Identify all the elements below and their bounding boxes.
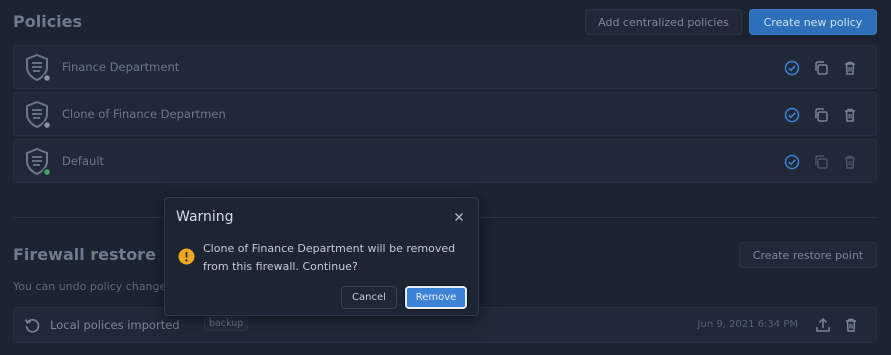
backup-badge: backup	[204, 317, 249, 331]
close-icon[interactable]	[452, 210, 466, 224]
upload-icon[interactable]	[814, 316, 832, 334]
restore-date: Jun 9, 2021 6:34 PM	[697, 319, 798, 330]
policy-shield-icon	[25, 53, 51, 83]
policies-title: Policies	[13, 12, 83, 31]
firewall-restore-title: Firewall restore	[13, 245, 156, 264]
restore-label: Local polices imported	[50, 318, 180, 332]
policy-row[interactable]: Clone of Finance Departmen	[13, 92, 877, 136]
add-centralized-policies-button[interactable]: Add centralized policies	[585, 9, 742, 35]
activate-check-icon[interactable]	[783, 153, 802, 171]
cancel-button[interactable]: Cancel	[341, 286, 397, 309]
policy-name: Finance Department	[62, 60, 180, 74]
restore-description: You can undo policy change	[13, 280, 167, 293]
duplicate-icon[interactable]	[812, 59, 831, 77]
duplicate-icon[interactable]	[812, 106, 831, 124]
policy-name: Default	[62, 154, 105, 168]
undo-icon	[23, 316, 41, 334]
activate-check-icon[interactable]	[783, 59, 802, 77]
delete-icon	[841, 153, 860, 171]
create-restore-point-button[interactable]: Create restore point	[739, 242, 877, 268]
policy-shield-icon	[25, 147, 51, 177]
policy-row[interactable]: Default	[13, 139, 877, 183]
warning-icon	[178, 248, 195, 265]
remove-button[interactable]: Remove	[405, 286, 467, 309]
policy-name: Clone of Finance Departmen	[62, 107, 226, 121]
warning-dialog: Warning Clone of Finance Department will…	[164, 197, 479, 316]
activate-check-icon[interactable]	[783, 106, 802, 124]
policy-row[interactable]: Finance Department	[13, 45, 877, 89]
delete-icon[interactable]	[841, 106, 860, 124]
dialog-title: Warning	[176, 209, 234, 225]
create-new-policy-button[interactable]: Create new policy	[749, 9, 877, 35]
delete-icon[interactable]	[842, 316, 860, 334]
policy-shield-icon	[25, 100, 51, 130]
dialog-message: Clone of Finance Department will be remo…	[203, 242, 456, 273]
delete-icon[interactable]	[841, 59, 860, 77]
duplicate-icon	[812, 153, 831, 171]
